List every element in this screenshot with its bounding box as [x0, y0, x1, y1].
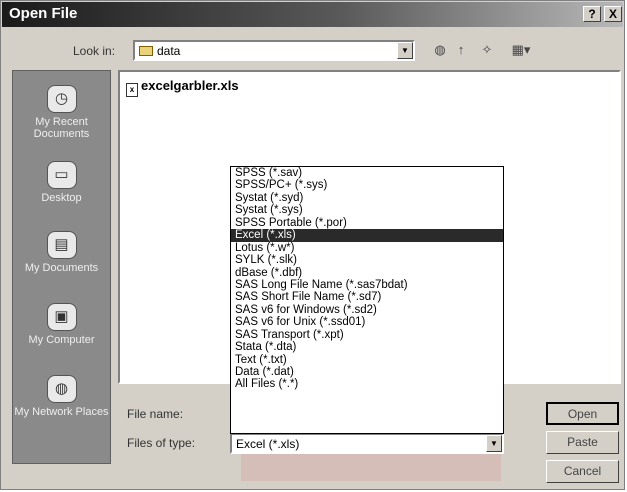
file-name: excelgarbler.xls	[141, 78, 239, 93]
places-bar: ◷ My Recent Documents ▭ Desktop ▤ My Doc…	[12, 70, 111, 464]
desktop-icon: ▭	[46, 161, 77, 189]
place-my-network-places[interactable]: ◍ My Network Places	[13, 375, 110, 418]
look-in-label: Look in:	[73, 44, 116, 58]
files-of-type-value: Excel (*.xls)	[236, 437, 300, 451]
files-of-type-combobox[interactable]: Excel (*.xls) ▼	[230, 433, 504, 454]
place-label: My Computer	[28, 334, 95, 346]
place-my-computer[interactable]: ▣ My Computer	[13, 303, 110, 346]
file-type-option[interactable]: SAS v6 for Windows (*.sd2)	[231, 304, 503, 316]
file-type-option[interactable]: All Files (*.*)	[231, 378, 503, 390]
chevron-down-icon[interactable]: ▼	[397, 42, 413, 59]
place-label: My Recent Documents	[33, 116, 90, 140]
file-type-option[interactable]: Systat (*.syd)	[231, 192, 503, 204]
place-label: My Documents	[24, 262, 99, 274]
title-bar[interactable]: Open File ? X	[2, 2, 623, 27]
new-folder-icon[interactable]: ✧	[479, 42, 495, 62]
open-file-dialog: Open File ? X Look in: data ▼ ◍ ↑ ✧ ▦▾ ◷…	[0, 0, 625, 490]
place-my-recent-documents[interactable]: ◷ My Recent Documents	[13, 85, 110, 140]
file-type-option[interactable]: SPSS (*.sav)	[231, 167, 503, 179]
cancel-button[interactable]: Cancel	[546, 460, 619, 483]
file-type-option[interactable]: Excel (*.xls)	[231, 229, 503, 242]
file-type-option[interactable]: Text (*.txt)	[231, 354, 503, 366]
up-folder-icon[interactable]: ↑	[453, 42, 469, 62]
file-type-option[interactable]: Systat (*.sys)	[231, 204, 503, 216]
paste-button[interactable]: Paste	[546, 431, 619, 454]
xls-file-icon: x	[126, 83, 138, 97]
recent-documents-icon: ◷	[46, 85, 77, 113]
files-of-type-label: Files of type:	[127, 436, 196, 450]
file-item[interactable]: x excelgarbler.xls	[126, 78, 239, 97]
file-type-option[interactable]: SAS Transport (*.xpt)	[231, 329, 503, 341]
back-icon[interactable]: ◍	[429, 42, 451, 62]
file-type-option[interactable]: SYLK (*.slk)	[231, 254, 503, 266]
place-label: Desktop	[41, 192, 82, 204]
dialog-title: Open File	[9, 5, 78, 22]
file-type-option[interactable]: SAS Short File Name (*.sd7)	[231, 291, 503, 303]
close-button[interactable]: X	[604, 6, 622, 22]
open-button[interactable]: Open	[546, 402, 619, 425]
look-in-value: data	[157, 44, 181, 58]
views-menu-icon[interactable]: ▦▾	[506, 42, 536, 62]
file-type-option[interactable]: Data (*.dat)	[231, 366, 503, 378]
network-places-icon: ◍	[46, 375, 77, 403]
file-type-option[interactable]: SPSS Portable (*.por)	[231, 217, 503, 229]
chevron-down-icon[interactable]: ▼	[486, 435, 502, 452]
file-type-option[interactable]: SPSS/PC+ (*.sys)	[231, 179, 503, 191]
my-documents-icon: ▤	[46, 231, 77, 259]
file-type-option[interactable]: dBase (*.dbf)	[231, 267, 503, 279]
files-of-type-dropdown[interactable]: SPSS (*.sav) SPSS/PC+ (*.sys) Systat (*.sy…	[230, 166, 504, 434]
look-in-combobox[interactable]: data ▼	[133, 40, 415, 61]
place-my-documents[interactable]: ▤ My Documents	[13, 231, 110, 274]
file-type-option[interactable]: SAS v6 for Unix (*.ssd01)	[231, 316, 503, 328]
folder-icon	[139, 46, 153, 56]
my-computer-icon: ▣	[46, 303, 77, 331]
file-type-option[interactable]: SAS Long File Name (*.sas7bdat)	[231, 279, 503, 291]
place-desktop[interactable]: ▭ Desktop	[13, 161, 110, 204]
file-type-option[interactable]: Stata (*.dta)	[231, 341, 503, 353]
place-label: My Network Places	[14, 406, 109, 418]
file-type-option[interactable]: Lotus (*.w*)	[231, 242, 503, 254]
file-name-label: File name:	[127, 407, 184, 421]
help-button[interactable]: ?	[583, 6, 601, 22]
